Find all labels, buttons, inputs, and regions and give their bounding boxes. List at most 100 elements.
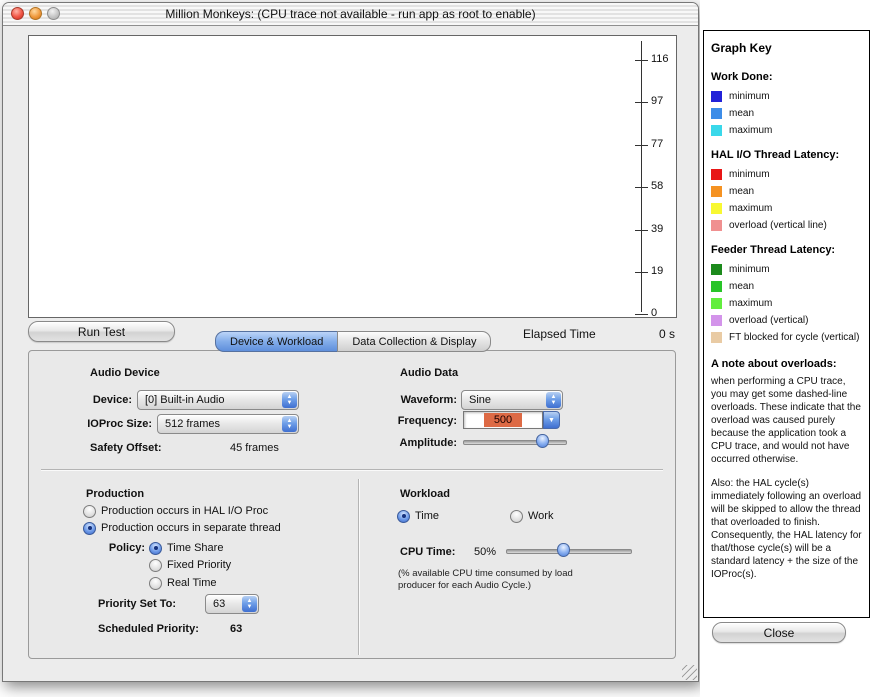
- radio-production-separate-thread[interactable]: Production occurs in separate thread: [83, 521, 281, 535]
- tab-data-collection-display[interactable]: Data Collection & Display: [337, 331, 491, 352]
- frequency-label: Frequency:: [377, 415, 457, 427]
- frequency-selected-value: 500: [484, 413, 522, 427]
- popup-arrows-icon: ▲▼: [282, 416, 297, 432]
- close-button[interactable]: Close: [712, 622, 846, 643]
- ioproc-size-label: IOProc Size:: [52, 418, 152, 430]
- frequency-field[interactable]: 500: [463, 411, 543, 429]
- y-axis-tick: [635, 60, 648, 61]
- cpu-time-label: CPU Time:: [400, 546, 455, 558]
- legend-item: mean: [711, 280, 862, 292]
- tab-device-workload[interactable]: Device & Workload: [215, 331, 337, 352]
- waveform-popup[interactable]: Sine ▲▼: [461, 390, 563, 410]
- popup-arrows-icon: ▲▼: [282, 392, 297, 408]
- radio-workload-time[interactable]: Time: [397, 509, 439, 523]
- device-popup[interactable]: [0] Built-in Audio ▲▼: [137, 390, 299, 410]
- legend-swatch: [711, 186, 722, 197]
- legend-section-title: Work Done:: [711, 71, 862, 83]
- amplitude-label: Amplitude:: [377, 437, 457, 449]
- waveform-label: Waveform:: [377, 394, 457, 406]
- y-axis-tick: [635, 145, 648, 146]
- radio-policy-time-share[interactable]: Time Share: [149, 541, 223, 555]
- ioproc-size-popup[interactable]: 512 frames ▲▼: [157, 414, 299, 434]
- y-axis-tick-label: 97: [651, 95, 677, 107]
- device-label: Device:: [52, 394, 132, 406]
- radio-workload-work[interactable]: Work: [510, 509, 553, 523]
- legend-item: mean: [711, 185, 862, 197]
- popup-arrows-icon: ▲▼: [242, 596, 257, 612]
- radio-icon: [83, 505, 96, 518]
- cpu-time-slider-thumb[interactable]: [557, 543, 570, 557]
- legend-item: minimum: [711, 168, 862, 180]
- overloads-note-paragraph: Also: the HAL cycle(s) immediately follo…: [711, 477, 862, 581]
- legend-item: maximum: [711, 297, 862, 309]
- y-axis-tick-label: 58: [651, 180, 677, 192]
- frequency-dropdown-button[interactable]: ▼: [543, 411, 560, 429]
- radio-selected-icon: [149, 542, 162, 555]
- graph-key-window: Graph Key Work Done: minimum mean maximu…: [700, 0, 886, 697]
- legend-item: maximum: [711, 124, 862, 136]
- cpu-time-slider[interactable]: [506, 542, 632, 558]
- workload-title: Workload: [400, 488, 450, 500]
- radio-production-hal-ioproc[interactable]: Production occurs in HAL I/O Proc: [83, 504, 268, 518]
- priority-set-to-label: Priority Set To:: [98, 598, 176, 610]
- safety-offset-value: 45 frames: [230, 442, 279, 454]
- radio-icon: [149, 559, 162, 572]
- section-divider: [41, 469, 663, 470]
- legend-section-title: HAL I/O Thread Latency:: [711, 149, 862, 161]
- graph-plot-area: 116 97 77 58 39 19 0: [28, 35, 677, 318]
- popup-arrows-icon: ▲▼: [546, 392, 561, 408]
- amplitude-slider-thumb[interactable]: [536, 434, 549, 448]
- resize-grip[interactable]: [682, 665, 697, 680]
- radio-icon: [149, 577, 162, 590]
- radio-selected-icon: [397, 510, 410, 523]
- legend-item: overload (vertical line): [711, 219, 862, 231]
- window-title: Million Monkeys: (CPU trace not availabl…: [3, 7, 698, 21]
- y-axis-tick: [635, 187, 648, 188]
- legend-swatch: [711, 91, 722, 102]
- legend-item: mean: [711, 107, 862, 119]
- y-axis-tick-label: 0: [651, 307, 677, 319]
- amplitude-slider[interactable]: [463, 433, 567, 449]
- titlebar[interactable]: Million Monkeys: (CPU trace not availabl…: [3, 3, 698, 26]
- radio-policy-real-time[interactable]: Real Time: [149, 576, 217, 590]
- legend-swatch: [711, 203, 722, 214]
- overloads-note-paragraph: when performing a CPU trace, you may get…: [711, 375, 862, 466]
- radio-selected-icon: [83, 522, 96, 535]
- audio-data-title: Audio Data: [400, 367, 458, 379]
- y-axis-tick: [635, 272, 648, 273]
- legend-swatch: [711, 281, 722, 292]
- legend-swatch: [711, 169, 722, 180]
- graph-key-title: Graph Key: [711, 41, 862, 55]
- policy-label: Policy:: [65, 542, 145, 554]
- legend-swatch: [711, 315, 722, 326]
- main-window: Million Monkeys: (CPU trace not availabl…: [2, 2, 699, 682]
- legend-section-title: Feeder Thread Latency:: [711, 244, 862, 256]
- tab-bar: Device & Workload Data Collection & Disp…: [215, 331, 491, 352]
- legend-swatch: [711, 298, 722, 309]
- elapsed-time-label: Elapsed Time: [523, 327, 596, 341]
- audio-device-title: Audio Device: [90, 367, 160, 379]
- priority-popup[interactable]: 63 ▲▼: [205, 594, 259, 614]
- overloads-note-title: A note about overloads:: [711, 358, 862, 370]
- slider-track: [463, 440, 567, 445]
- y-axis-tick-label: 77: [651, 138, 677, 150]
- chevron-down-icon: ▼: [548, 417, 555, 424]
- elapsed-time-value: 0 s: [603, 327, 675, 341]
- scheduled-priority-label: Scheduled Priority:: [98, 623, 199, 635]
- legend-item: minimum: [711, 263, 862, 275]
- legend-swatch: [711, 332, 722, 343]
- y-axis-tick-label: 19: [651, 265, 677, 277]
- scheduled-priority-value: 63: [230, 623, 242, 635]
- y-axis-tick: [635, 314, 648, 315]
- run-test-button[interactable]: Run Test: [28, 321, 175, 342]
- legend-swatch: [711, 125, 722, 136]
- y-axis-tick-label: 116: [651, 53, 677, 65]
- cpu-time-caption: (% available CPU time consumed by load p…: [398, 568, 603, 592]
- legend-swatch: [711, 220, 722, 231]
- y-axis-tick: [635, 230, 648, 231]
- radio-policy-fixed-priority[interactable]: Fixed Priority: [149, 558, 231, 572]
- y-axis-tick-label: 39: [651, 223, 677, 235]
- production-title: Production: [86, 488, 144, 500]
- graph-key-box: Graph Key Work Done: minimum mean maximu…: [703, 30, 870, 618]
- legend-item: overload (vertical): [711, 314, 862, 326]
